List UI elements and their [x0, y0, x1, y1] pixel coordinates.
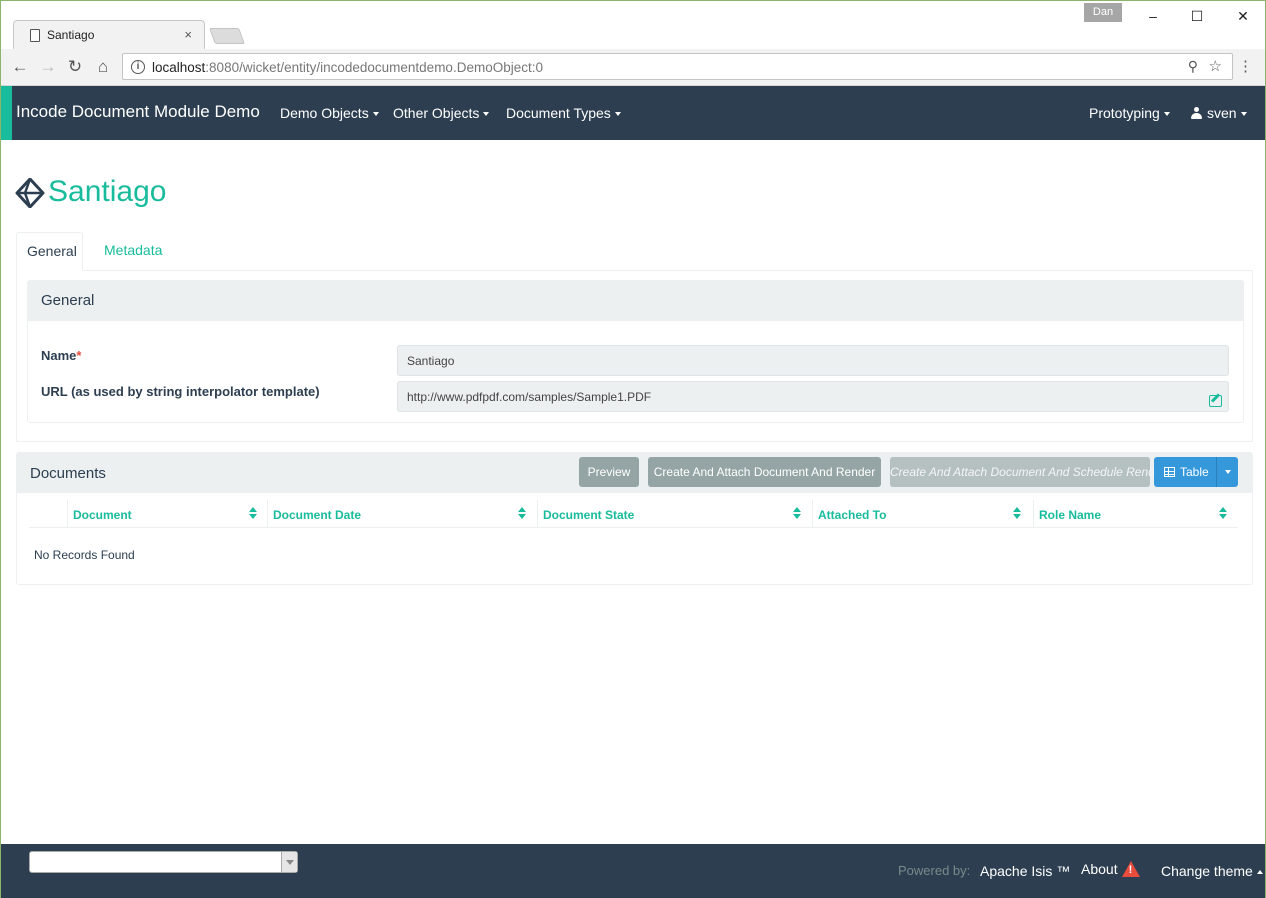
caret-down-icon — [1240, 112, 1247, 117]
create-attach-schedule-button[interactable]: Create And Attach Document And Schedule … — [890, 457, 1166, 487]
tab-general[interactable]: General — [16, 232, 83, 271]
menu-user[interactable]: sven — [1191, 105, 1247, 121]
documents-table-header: Document Document Date Document State At… — [29, 500, 1238, 528]
menu-document-types[interactable]: Document Types — [506, 105, 621, 121]
entity-icon — [15, 178, 45, 208]
sort-icon[interactable] — [518, 507, 526, 519]
maximize-button[interactable]: ☐ — [1185, 7, 1209, 25]
general-panel-heading: General — [28, 281, 1243, 321]
apache-isis-link[interactable]: Apache Isis ™ — [980, 863, 1070, 879]
menu-demo-objects[interactable]: Demo Objects — [280, 105, 379, 121]
zoom-icon[interactable]: ⚲ — [1188, 58, 1198, 75]
document-icon — [30, 29, 40, 42]
entity-tabs: General Metadata — [16, 232, 1253, 271]
sort-icon[interactable] — [793, 507, 801, 519]
url-field-value: http://www.pdfpdf.com/samples/Sample1.PD… — [407, 390, 652, 404]
close-window-button[interactable]: ✕ — [1231, 7, 1255, 25]
menu-other-objects[interactable]: Other Objects — [393, 105, 490, 121]
change-theme-link[interactable]: Change theme — [1161, 863, 1263, 879]
navbar-accent — [1, 86, 12, 140]
general-panel: General Name* Santiago URL (as used by s… — [27, 280, 1244, 423]
powered-by-label: Powered by: — [898, 863, 971, 878]
view-dropdown-toggle[interactable] — [1216, 457, 1238, 487]
star-icon[interactable]: ☆ — [1209, 57, 1222, 75]
column-document-state[interactable]: Document State — [537, 500, 812, 528]
select-arrow-icon[interactable] — [281, 852, 297, 872]
column-role-name[interactable]: Role Name — [1033, 500, 1238, 528]
back-icon[interactable]: ← — [10, 57, 30, 77]
theme-select[interactable] — [29, 851, 298, 873]
table-icon — [1164, 467, 1175, 477]
menu-prototyping[interactable]: Prototyping — [1089, 105, 1170, 121]
about-link[interactable]: About! — [1081, 861, 1140, 877]
user-icon — [1191, 107, 1202, 119]
warning-icon: ! — [1121, 861, 1140, 877]
browser-toolbar: ← → ↻ ⌂ i localhost:8080/wicket/entity/i… — [1, 49, 1265, 86]
column-attached-to[interactable]: Attached To — [812, 500, 1033, 528]
minimize-button[interactable]: – — [1141, 7, 1165, 25]
documents-panel-heading: Documents Preview Create And Attach Docu… — [17, 453, 1252, 493]
tab-title: Santiago — [47, 28, 95, 42]
documents-title: Documents — [30, 465, 106, 482]
browser-tab[interactable]: Santiago × — [13, 20, 205, 50]
sort-icon[interactable] — [249, 507, 257, 519]
name-field[interactable]: Santiago — [397, 345, 1229, 376]
page-footer: Powered by: Apache Isis ™ About! Change … — [1, 844, 1265, 898]
caret-down-icon — [372, 112, 379, 117]
new-tab-button[interactable] — [209, 28, 245, 44]
forward-icon[interactable]: → — [38, 57, 58, 77]
caret-down-icon — [614, 112, 621, 117]
browser-titlebar: Santiago × Dan – ☐ ✕ — [1, 1, 1265, 50]
app-navbar: Incode Document Module Demo Demo Objects… — [1, 86, 1265, 140]
name-label: Name* — [41, 348, 82, 363]
documents-panel: Documents Preview Create And Attach Docu… — [16, 452, 1253, 585]
edit-icon[interactable] — [1209, 395, 1222, 407]
create-attach-render-button[interactable]: Create And Attach Document And Render — [648, 457, 881, 487]
sort-icon[interactable] — [1013, 507, 1021, 519]
reload-icon[interactable]: ↻ — [65, 57, 85, 77]
empty-table-message: No Records Found — [34, 548, 135, 562]
tab-close-icon[interactable]: × — [184, 27, 192, 42]
address-bar[interactable]: i localhost:8080/wicket/entity/incodedoc… — [122, 53, 1233, 80]
column-document[interactable]: Document — [67, 500, 267, 528]
caret-up-icon — [1256, 870, 1263, 875]
table-view-button[interactable]: Table — [1154, 457, 1238, 487]
page-title: Santiago — [48, 175, 167, 208]
caret-down-icon — [1225, 470, 1231, 474]
caret-down-icon — [1163, 112, 1170, 117]
column-document-date[interactable]: Document Date — [267, 500, 537, 528]
caret-down-icon — [483, 112, 490, 117]
tab-metadata[interactable]: Metadata — [94, 232, 172, 271]
required-marker: * — [76, 348, 82, 363]
info-icon[interactable]: i — [131, 60, 145, 74]
sort-icon[interactable] — [1219, 507, 1227, 519]
profile-badge[interactable]: Dan — [1084, 3, 1122, 22]
brand-title[interactable]: Incode Document Module Demo — [16, 102, 260, 122]
preview-button[interactable]: Preview — [579, 457, 639, 487]
menu-icon[interactable]: ⋮ — [1238, 58, 1253, 76]
url-field[interactable]: http://www.pdfpdf.com/samples/Sample1.PD… — [397, 381, 1229, 412]
general-tab-pane: General Name* Santiago URL (as used by s… — [16, 270, 1253, 442]
home-icon[interactable]: ⌂ — [93, 57, 113, 77]
url-text[interactable]: localhost:8080/wicket/entity/incodedocum… — [152, 60, 543, 75]
url-label: URL (as used by string interpolator temp… — [41, 384, 320, 399]
browser-window: Santiago × Dan – ☐ ✕ ← → ↻ ⌂ i localhost… — [0, 0, 1266, 898]
